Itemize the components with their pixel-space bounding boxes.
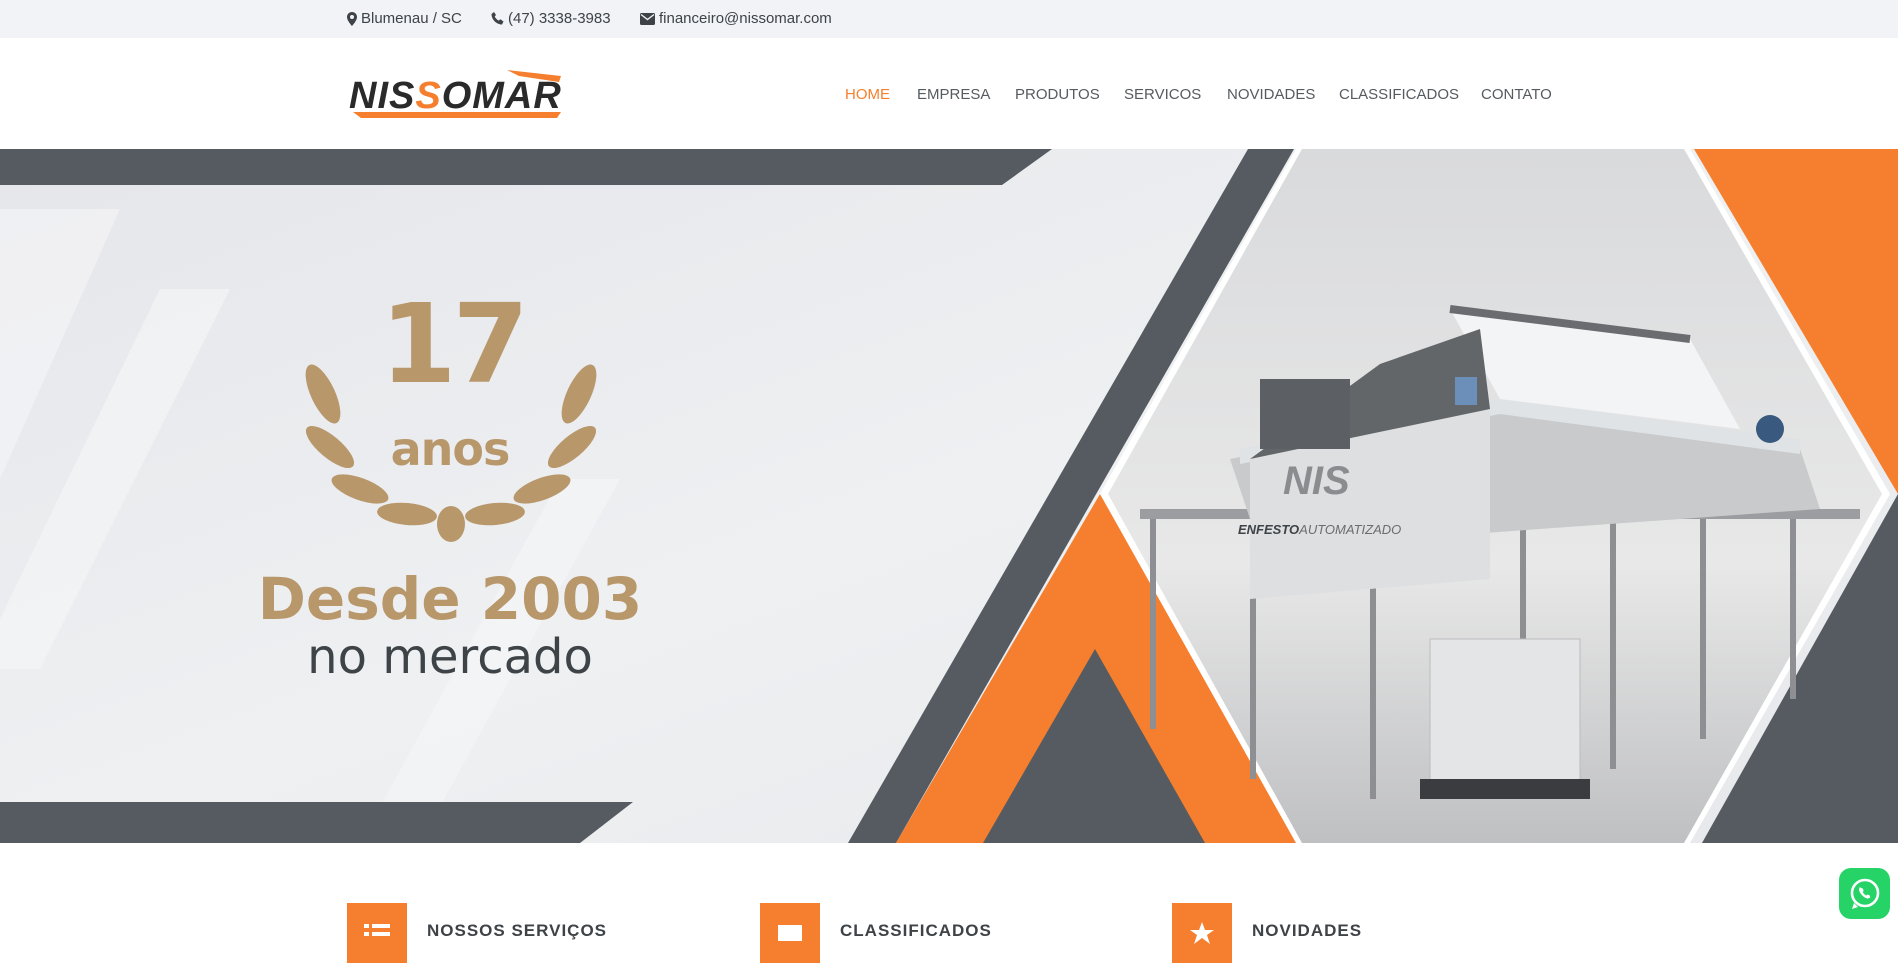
top-dark-band: [0, 149, 1052, 185]
nav-novidades[interactable]: NOVIDADES: [1227, 86, 1315, 103]
since-text: Desde 2003: [257, 565, 643, 633]
nav-empresa[interactable]: EMPRESA: [917, 86, 990, 103]
nissomar-logo[interactable]: NISSOMAR: [347, 68, 569, 120]
hero-graphic: NIS ENFESTOAUTOMATIZADO: [0, 149, 1898, 843]
feature-classificados[interactable]: CLASSIFICADOS: [760, 903, 992, 963]
svg-text:NISSOMAR: NISSOMAR: [349, 75, 562, 117]
nav-servicos[interactable]: SERVICOS: [1124, 86, 1201, 103]
location-item: Blumenau / SC: [347, 10, 462, 27]
phone-item[interactable]: (47) 3338-3983: [491, 10, 611, 27]
years-label: anos: [390, 422, 511, 476]
nav-produtos[interactable]: PRODUTOS: [1015, 86, 1100, 103]
email-text[interactable]: financeiro@nissomar.com: [659, 10, 832, 27]
feature-title: NOSSOS SERVIÇOS: [427, 921, 608, 940]
list-icon: [347, 903, 407, 963]
feature-servicos[interactable]: NOSSOS SERVIÇOS: [347, 903, 607, 963]
phone-icon: [491, 12, 504, 25]
years-number: 17: [380, 280, 529, 408]
nav-contato[interactable]: CONTATO: [1481, 86, 1552, 103]
star-icon: [1172, 903, 1232, 963]
whatsapp-button[interactable]: [1839, 868, 1890, 919]
tag-icon: [760, 903, 820, 963]
location-text: Blumenau / SC: [361, 10, 462, 27]
svg-text:NIS: NIS: [1283, 459, 1350, 503]
feature-title: NOVIDADES: [1252, 921, 1363, 940]
site-header: NISSOMAR HOME EMPRESA PRODUTOS SERVICOS …: [0, 38, 1898, 149]
map-marker-icon: [347, 11, 357, 26]
phone-text[interactable]: (47) 3338-3983: [508, 10, 611, 27]
nav-classificados[interactable]: CLASSIFICADOS: [1339, 86, 1459, 103]
feature-title: CLASSIFICADOS: [840, 921, 992, 940]
nav-home[interactable]: HOME: [845, 86, 890, 103]
svg-text:ENFESTOAUTOMATIZADO: ENFESTOAUTOMATIZADO: [1238, 522, 1401, 537]
feature-novidades[interactable]: NOVIDADES: [1172, 903, 1362, 963]
hero-banner: NIS ENFESTOAUTOMATIZADO 17 anos Desde 20…: [0, 149, 1898, 843]
top-contact-bar: Blumenau / SC (47) 3338-3983 financeiro@…: [0, 0, 1898, 38]
email-item[interactable]: financeiro@nissomar.com: [640, 10, 832, 27]
market-text: no mercado: [307, 629, 593, 685]
envelope-icon: [640, 12, 655, 25]
bottom-dark-band: [0, 802, 633, 843]
whatsapp-icon: [1850, 878, 1879, 909]
